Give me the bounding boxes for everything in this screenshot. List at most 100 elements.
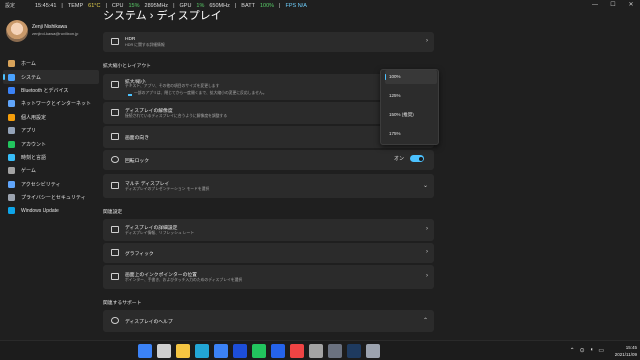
graphics-title: グラフィック [125, 252, 154, 257]
chevron-right-icon: › [426, 38, 428, 44]
app-title: 設定 [5, 3, 16, 9]
hud-temp-value: 61°C [88, 2, 101, 9]
hud-batt-value: 100% [259, 2, 275, 9]
sidebar-item[interactable]: 時刻と言語 [3, 151, 99, 164]
chevron-right-icon: › [426, 273, 428, 279]
advanced-display-card[interactable]: ディスプレイの詳細設定 ディスプレイ情報、リフレッシュ レート › [103, 219, 434, 241]
multi-display-icon [111, 182, 119, 189]
sidebar-item[interactable]: アプリ [3, 124, 99, 137]
account-icon [8, 140, 15, 148]
hud-temp-label: TEMP [67, 2, 84, 9]
sidebar-item[interactable]: ゲーム [3, 164, 99, 177]
steam-icon[interactable] [347, 344, 361, 358]
store-icon[interactable] [214, 344, 228, 358]
resolution-title: ディスプレイの解像度 [125, 109, 173, 114]
settings-window: 設定 15:45:41 | TEMP 61°C | CPU 15% 2895MH… [0, 0, 640, 340]
system-icon [8, 73, 15, 81]
user-profile[interactable]: Zenji Nishikawa zenjirol-kawa@ruvilixon.… [6, 20, 96, 50]
accessibility-icon [8, 180, 15, 188]
title-bar: 設定 15:45:41 | TEMP 61°C | CPU 15% 2895MH… [0, 0, 640, 10]
graphics-card[interactable]: グラフィック › [103, 243, 434, 263]
clock[interactable]: 15:45 2021/11/09 [615, 344, 637, 358]
sidebar-item[interactable]: Windows Update [3, 204, 99, 217]
sidebar-item[interactable]: システム [3, 70, 99, 84]
close-button[interactable]: ✕ [622, 0, 640, 10]
warning-dash [128, 94, 132, 96]
scale-warning: 一部のアプリは、閉じてから一度開くまで、拡大縮小の変更に反応しません。 [134, 91, 267, 95]
taskbar-icons [138, 344, 380, 358]
sidebar-item[interactable]: ネットワークとインターネット [3, 97, 99, 110]
battery-icon[interactable]: ▭ [598, 347, 604, 354]
chevron-up-icon[interactable]: ⌃ [570, 347, 575, 354]
sidebar-item-label: アカウント [21, 141, 47, 148]
scale-subtitle: テキスト、アプリ、その他の項目のサイズを変更します [125, 84, 220, 88]
sidebar-item-label: Windows Update [21, 207, 59, 214]
clock-date: 2021/11/09 [614, 352, 637, 357]
multi-display-title: マルチ ディスプレイ [125, 182, 170, 187]
scale-option[interactable]: 150% (推奨) [385, 108, 437, 122]
resolution-icon [111, 109, 119, 116]
media-icon[interactable] [309, 344, 323, 358]
edge-icon[interactable] [195, 344, 209, 358]
sidebar-item-label: アプリ [21, 128, 37, 135]
sidebar-item[interactable]: ホーム [3, 57, 99, 70]
hdr-card[interactable]: HDR HDR に関する詳細情報 › [103, 32, 434, 52]
personalize-icon [8, 113, 15, 121]
sidebar-item[interactable]: アクセシビリティ [3, 178, 99, 191]
ink-pointer-subtitle: ポインター、手書き、およびタッチ入力のためのディスプレイを選択 [125, 278, 243, 282]
apps-icon [8, 127, 15, 135]
hdr-title: HDR [125, 37, 136, 42]
sidebar-item-label: ゲーム [21, 168, 36, 175]
game-app-icon[interactable] [328, 344, 342, 358]
sidebar-item[interactable]: Bluetooth とデバイス [3, 84, 99, 97]
sidebar: Zenji Nishikawa zenjirol-kawa@ruvilixon.… [0, 10, 100, 340]
maximize-button[interactable]: ☐ [604, 0, 622, 10]
sidebar-item-label: 個人用設定 [21, 114, 47, 121]
settings-icon[interactable] [366, 344, 380, 358]
multi-display-card[interactable]: マルチ ディスプレイ ディスプレイのプレゼンテーション モードを選択 ⌄ [103, 174, 434, 198]
sidebar-item-label: プライバシーとセキュリティ [21, 195, 86, 202]
sidebar-item-label: Bluetooth とデバイス [21, 87, 69, 94]
hud-fps: FPS N/A [285, 2, 307, 9]
chevron-up-icon: ⌃ [422, 318, 428, 324]
photos-icon[interactable] [290, 344, 304, 358]
network-icon [8, 100, 15, 108]
multi-display-subtitle: ディスプレイのプレゼンテーション モードを選択 [125, 187, 210, 191]
sidebar-item[interactable]: 個人用設定 [3, 111, 99, 124]
rotation-lock-state: オン [393, 156, 404, 162]
avatar [6, 20, 28, 42]
page-title: システム › ディスプレイ [103, 10, 222, 22]
sidebar-item[interactable]: プライバシーとセキュリティ [3, 191, 99, 204]
display-help-card[interactable]: ディスプレイのヘルプ ⌃ [103, 310, 434, 332]
profile-name: Zenji Nishikawa [32, 24, 68, 30]
rotation-lock-icon [111, 156, 119, 163]
game-icon [8, 167, 15, 175]
chevron-right-icon: › [426, 249, 428, 255]
explorer-icon[interactable] [176, 344, 190, 358]
hdr-subtitle: HDR に関する詳細情報 [125, 43, 165, 47]
network-icon[interactable]: ⊙ [580, 347, 585, 354]
scale-option[interactable]: 100% [385, 70, 437, 84]
sidebar-item[interactable]: アカウント [3, 137, 99, 150]
xbox-icon[interactable] [252, 344, 266, 358]
sidebar-item-label: ホーム [21, 61, 36, 68]
window-controls: — ☐ ✕ [586, 0, 640, 10]
scale-option[interactable]: 175% [385, 127, 437, 141]
start-icon[interactable] [138, 344, 152, 358]
minimize-button[interactable]: — [586, 0, 604, 10]
rotation-lock-toggle[interactable] [410, 155, 424, 162]
search-icon[interactable] [157, 344, 171, 358]
scale-dropdown: 100% 125% 150% (推奨) 175% [380, 69, 439, 145]
sidebar-item-label: アクセシビリティ [21, 181, 61, 188]
section-related-support: 関連するサポート [103, 301, 142, 306]
app-icon[interactable] [271, 344, 285, 358]
section-scale-layout: 拡大縮小とレイアウト [103, 64, 151, 69]
volume-icon[interactable]: ◖ [590, 347, 594, 354]
sidebar-item-label: システム [21, 74, 41, 81]
profile-email: zenjirol-kawa@ruvilixon.jp [32, 31, 79, 36]
mail-icon[interactable] [233, 344, 247, 358]
windows-update-icon [8, 207, 15, 215]
ink-pointer-card[interactable]: 画面上のインクポインターの位置 ポインター、手書き、およびタッチ入力のためのディ… [103, 265, 434, 289]
orientation-title: 画面の向き [125, 136, 149, 141]
scale-option[interactable]: 125% [385, 89, 437, 103]
